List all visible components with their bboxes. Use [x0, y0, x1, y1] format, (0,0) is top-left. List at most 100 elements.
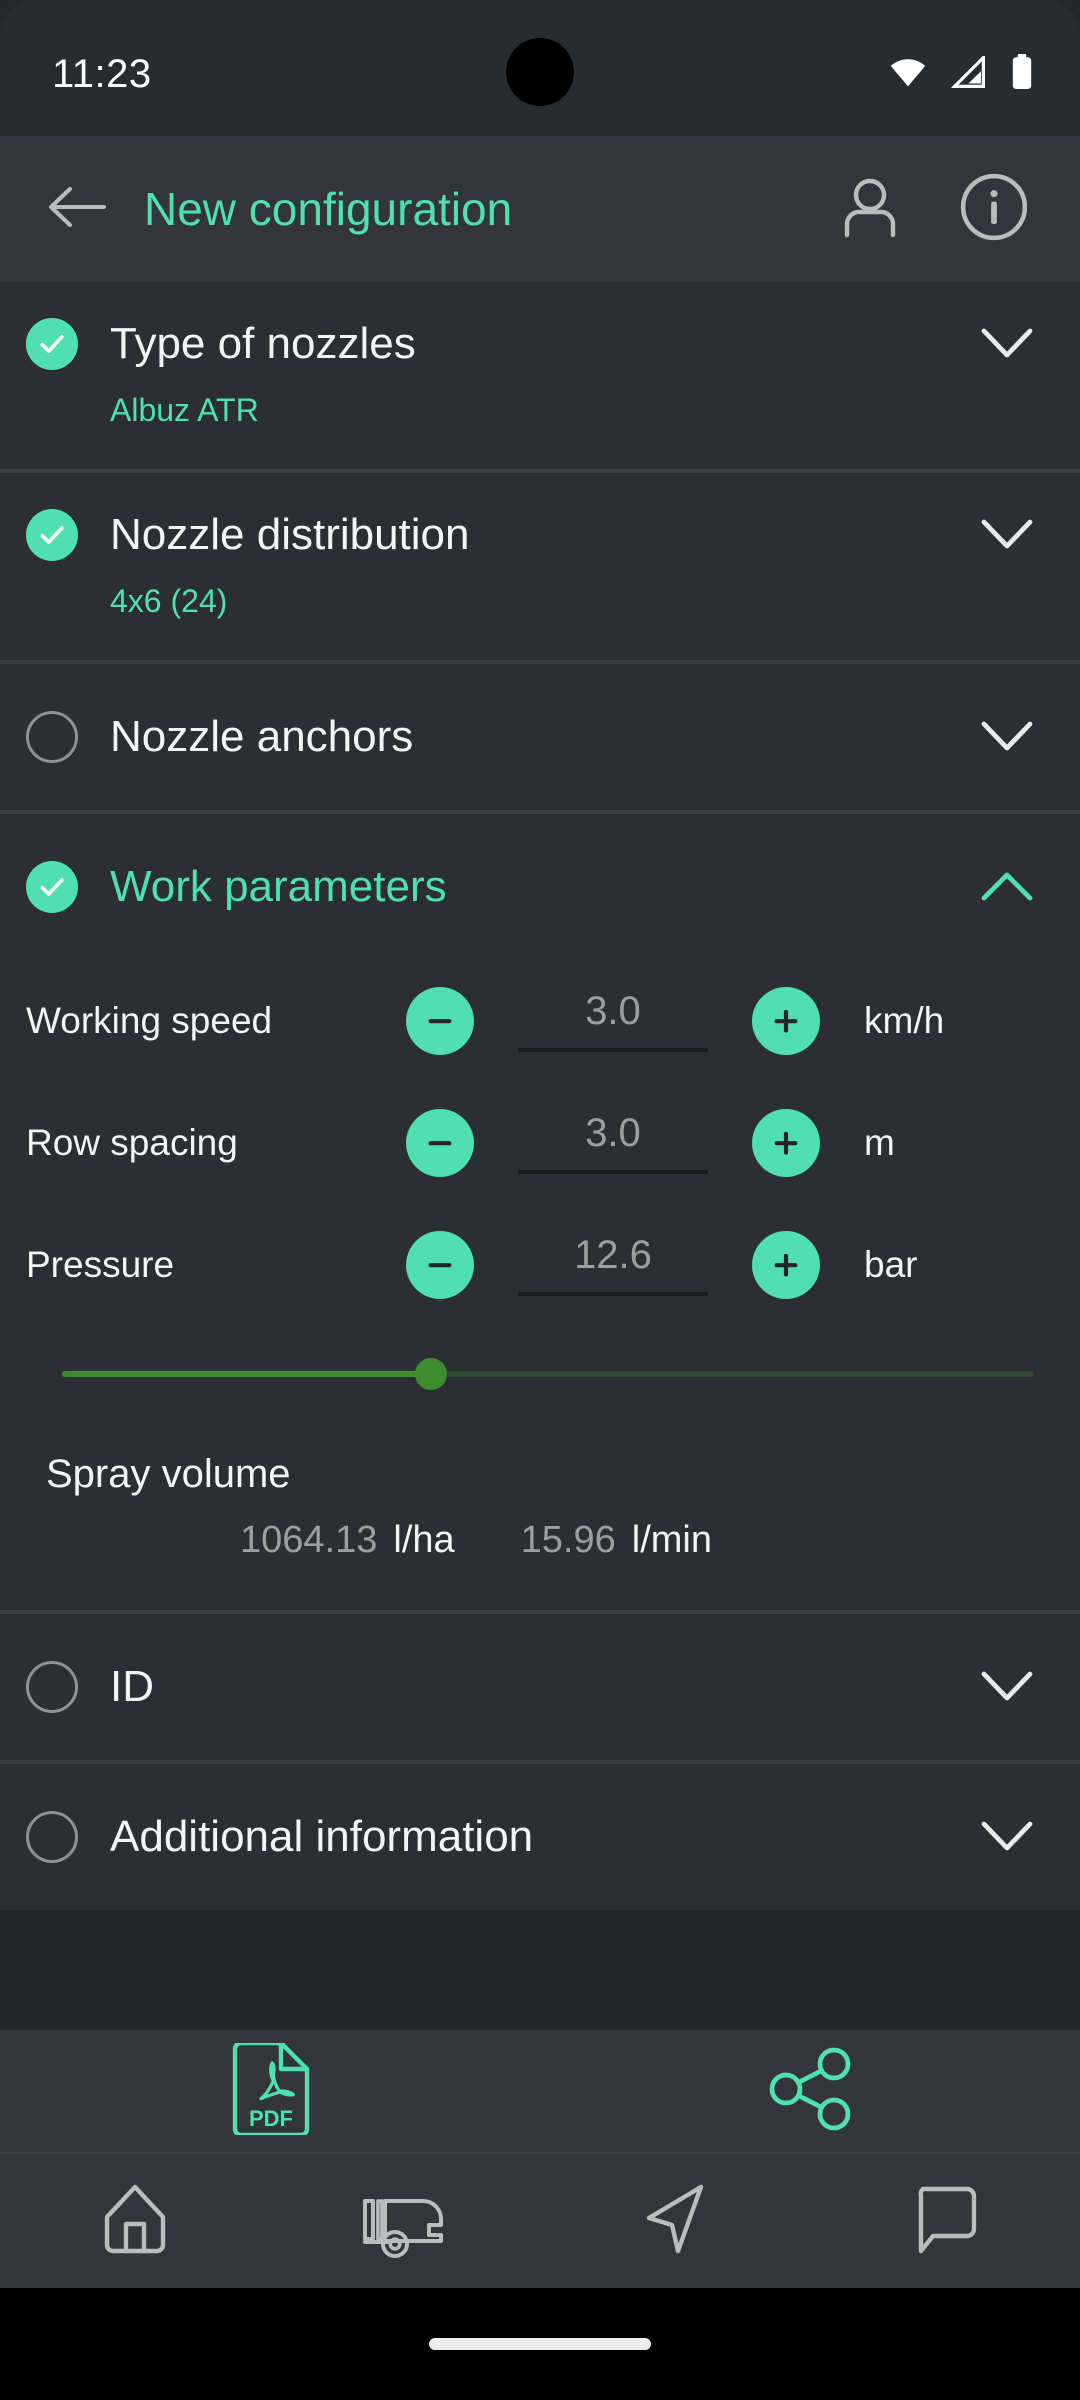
param-row-row-spacing: Row spacing 3.0 m [0, 1082, 1080, 1204]
section-title: ID [110, 1662, 154, 1711]
navigation-arrow-icon [635, 2179, 715, 2264]
gesture-pill[interactable] [429, 2338, 651, 2350]
check-circle-icon [26, 861, 78, 913]
action-bar: PDF [0, 2030, 1080, 2152]
working-speed-value: 3.0 [585, 989, 641, 1033]
section-type-of-nozzles[interactable]: Type of nozzles Albuz ATR [0, 282, 1080, 473]
nav-item-machine[interactable] [270, 2179, 540, 2264]
pressure-unit: bar [864, 1244, 918, 1285]
increment-button-row-spacing[interactable] [752, 1109, 820, 1177]
back-arrow-icon [46, 184, 108, 235]
status-bar: 11:23 [0, 0, 1080, 136]
share-icon [767, 2046, 853, 2137]
section-nozzle-anchors[interactable]: Nozzle anchors [0, 664, 1080, 814]
spray-volume-values: 1064.13 l/ha 15.96 l/min [0, 1497, 1080, 1610]
section-header[interactable]: ID [0, 1614, 1080, 1760]
export-pdf-button[interactable]: PDF [0, 2040, 540, 2140]
section-work-parameters[interactable]: Work parameters Working speed 3.0 km/h R… [0, 814, 1080, 1614]
chevron-up-icon[interactable] [974, 854, 1040, 920]
chevron-down-icon[interactable] [974, 311, 1040, 377]
row-spacing-input[interactable]: 3.0 [518, 1112, 708, 1174]
page-title: New configuration [144, 183, 513, 235]
spray-volume-per-hectare-unit: l/ha [393, 1519, 455, 1561]
spray-volume-per-minute-value: 15.96 [520, 1519, 616, 1561]
unchecked-circle-icon [26, 711, 78, 763]
nav-item-navigate[interactable] [540, 2179, 810, 2264]
param-label: Row spacing [26, 1122, 238, 1163]
pressure-slider[interactable] [0, 1326, 1080, 1406]
pressure-value: 12.6 [574, 1233, 652, 1277]
input-underline [518, 1048, 708, 1052]
slider-thumb[interactable] [415, 1358, 448, 1390]
section-header[interactable]: Additional information [0, 1764, 1080, 1910]
section-value: Albuz ATR [110, 392, 259, 428]
check-circle-icon [26, 318, 78, 370]
section-title: Additional information [110, 1812, 534, 1861]
app-bar: New configuration [0, 136, 1080, 282]
sprayer-machine-icon [355, 2179, 455, 2264]
svg-text:PDF: PDF [249, 2106, 293, 2131]
section-nozzle-distribution[interactable]: Nozzle distribution 4x6 (24) [0, 473, 1080, 664]
wifi-icon [888, 56, 928, 93]
unchecked-circle-icon [26, 1661, 78, 1713]
phone-screen: 11:23 New configuration Type of nozzles … [0, 0, 1080, 2400]
working-speed-input[interactable]: 3.0 [518, 990, 708, 1052]
param-row-working-speed: Working speed 3.0 km/h [0, 960, 1080, 1082]
gesture-nav-bar [0, 2288, 1080, 2400]
row-spacing-value: 3.0 [585, 1111, 641, 1155]
share-button[interactable] [540, 2046, 1080, 2137]
nav-item-messages[interactable] [810, 2179, 1080, 2264]
cellular-signal-icon [950, 53, 988, 93]
spray-volume-label: Spray volume [46, 1452, 291, 1496]
spray-volume-per-hectare-value: 1064.13 [240, 1519, 378, 1561]
section-title: Nozzle distribution [110, 510, 470, 559]
unchecked-circle-icon [26, 1811, 78, 1863]
param-label: Working speed [26, 1000, 273, 1041]
profile-button[interactable] [824, 163, 916, 255]
section-title: Work parameters [110, 862, 447, 911]
row-spacing-unit: m [864, 1122, 895, 1163]
pdf-file-icon: PDF [227, 2040, 313, 2140]
chevron-down-icon[interactable] [974, 502, 1040, 568]
section-header[interactable]: Type of nozzles [0, 282, 1080, 406]
status-icons [888, 53, 1034, 95]
param-label: Pressure [26, 1244, 175, 1285]
section-title: Type of nozzles [110, 319, 416, 368]
info-button[interactable] [948, 163, 1040, 255]
pressure-input[interactable]: 12.6 [518, 1234, 708, 1296]
section-header[interactable]: Nozzle distribution [0, 473, 1080, 597]
bottom-nav-bar [0, 2152, 1080, 2288]
working-speed-unit: km/h [864, 1000, 945, 1041]
increment-button-working-speed[interactable] [752, 987, 820, 1055]
battery-icon [1010, 53, 1034, 95]
chevron-down-icon[interactable] [974, 1804, 1040, 1870]
decrement-button-working-speed[interactable] [406, 987, 474, 1055]
chevron-down-icon[interactable] [974, 1654, 1040, 1720]
nav-item-home[interactable] [0, 2179, 270, 2264]
input-underline [518, 1292, 708, 1296]
chat-bubble-icon [905, 2179, 985, 2264]
back-button[interactable] [34, 166, 120, 252]
chevron-down-icon[interactable] [974, 704, 1040, 770]
section-id[interactable]: ID [0, 1614, 1080, 1764]
decrement-button-row-spacing[interactable] [406, 1109, 474, 1177]
spray-volume-per-minute-unit: l/min [631, 1519, 712, 1561]
app-bar-actions [824, 163, 1040, 255]
person-icon [836, 173, 904, 246]
section-header[interactable]: Work parameters [0, 814, 1080, 960]
section-title: Nozzle anchors [110, 712, 414, 761]
configuration-list[interactable]: Type of nozzles Albuz ATR Nozzle distrib… [0, 282, 1080, 2030]
decrement-button-pressure[interactable] [406, 1231, 474, 1299]
increment-button-pressure[interactable] [752, 1231, 820, 1299]
section-header[interactable]: Nozzle anchors [0, 664, 1080, 810]
section-value: 4x6 (24) [110, 583, 228, 619]
section-additional-information[interactable]: Additional information [0, 1764, 1080, 1910]
info-circle-icon [959, 172, 1029, 247]
param-row-pressure: Pressure 12.6 bar [0, 1204, 1080, 1326]
home-icon [95, 2179, 175, 2264]
slider-track-fill [62, 1371, 432, 1377]
camera-punch-hole [506, 38, 574, 106]
status-time: 11:23 [52, 51, 152, 96]
check-circle-icon [26, 509, 78, 561]
input-underline [518, 1170, 708, 1174]
